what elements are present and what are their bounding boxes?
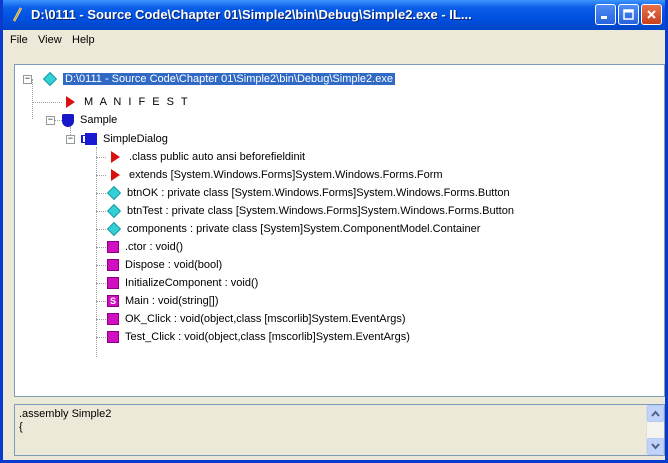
tree-connector — [32, 79, 33, 119]
maximize-icon — [623, 9, 634, 20]
cyan-diamond-icon — [106, 203, 122, 219]
cyan-diamond-icon — [42, 71, 58, 87]
tree-node-label: M A N I F E S T — [84, 96, 190, 108]
method-icon — [107, 331, 119, 343]
red-triangle-icon — [111, 169, 120, 181]
method-icon — [107, 313, 119, 325]
close-button[interactable] — [641, 4, 662, 25]
tree-node-label: Test_Click : void(object,class [mscorlib… — [125, 331, 410, 343]
minimize-icon — [601, 16, 607, 19]
chevron-up-icon — [651, 410, 660, 417]
tree-node-label: Sample — [80, 114, 118, 126]
disassembly-output-pane[interactable]: .assembly Simple2 { — [14, 404, 665, 456]
tree-node-label: .class public auto ansi beforefieldinit — [129, 151, 306, 163]
tree-connector — [96, 211, 106, 212]
class-icon — [81, 133, 97, 145]
assembly-tree-view[interactable]: − D:\0111 - Source Code\Chapter 01\Simpl… — [14, 64, 665, 397]
tree-connector — [96, 301, 106, 302]
tree-node-member[interactable]: OK_Click : void(object,class [mscorlib]S… — [107, 310, 406, 328]
tree-connector — [96, 175, 106, 176]
tree-node-label: btnTest : private class [System.Windows.… — [127, 205, 514, 217]
menu-help[interactable]: Help — [69, 34, 98, 46]
tree-connector — [96, 337, 106, 338]
tree-node-label: D:\0111 - Source Code\Chapter 01\Simple2… — [63, 73, 395, 85]
tree-connector — [96, 157, 106, 158]
root-collapse-toggle[interactable]: − — [23, 75, 32, 84]
tree-connector — [96, 147, 97, 357]
tree-node-manifest[interactable]: M A N I F E S T — [62, 93, 190, 111]
tree-node-label: extends [System.Windows.Forms]System.Win… — [129, 169, 443, 181]
tree-node-member[interactable]: Test_Click : void(object,class [mscorlib… — [107, 328, 410, 346]
ildasm-app-icon — [12, 7, 23, 22]
tree-node-member[interactable]: btnOK : private class [System.Windows.Fo… — [106, 184, 510, 202]
tree-node-member[interactable]: .class public auto ansi beforefieldinit — [107, 148, 305, 166]
tree-node-member[interactable]: InitializeComponent : void() — [107, 274, 258, 292]
tree-connector — [96, 265, 106, 266]
tree-connector — [96, 229, 106, 230]
tree-node-member[interactable]: Dispose : void(bool) — [107, 256, 222, 274]
tree-node-label: OK_Click : void(object,class [mscorlib]S… — [125, 313, 406, 325]
method-icon — [107, 259, 119, 271]
window-title: D:\0111 - Source Code\Chapter 01\Simple2… — [31, 7, 472, 22]
tree-node-class[interactable]: SimpleDialog — [81, 130, 168, 148]
tree-connector — [96, 247, 106, 248]
tree-node-label: Dispose : void(bool) — [125, 259, 223, 271]
tree-node-member[interactable]: components : private class [System]Syste… — [106, 220, 481, 238]
maximize-button[interactable] — [618, 4, 639, 25]
red-triangle-icon — [111, 151, 120, 163]
output-text: .assembly Simple2 { — [19, 408, 112, 433]
close-icon — [647, 10, 656, 19]
tree-node-namespace[interactable]: Sample — [62, 111, 117, 129]
tree-node-label: Main : void(string[]) — [125, 295, 219, 307]
vertical-scrollbar[interactable] — [646, 405, 664, 455]
minimize-button[interactable] — [595, 4, 616, 25]
scroll-down-button[interactable] — [647, 438, 664, 455]
menu-file[interactable]: File — [7, 34, 31, 46]
red-triangle-icon — [66, 96, 75, 108]
tree-node-member[interactable]: S Main : void(string[]) — [107, 292, 219, 310]
cyan-diamond-icon — [106, 221, 122, 237]
tree-node-root[interactable]: D:\0111 - Source Code\Chapter 01\Simple2… — [42, 70, 395, 88]
static-method-icon: S — [107, 295, 119, 307]
tree-node-label: InitializeComponent : void() — [125, 277, 259, 289]
tree-node-label: SimpleDialog — [103, 133, 168, 145]
tree-connector — [96, 319, 106, 320]
tree-node-member[interactable]: btnTest : private class [System.Windows.… — [106, 202, 514, 220]
method-icon — [107, 277, 119, 289]
scroll-up-button[interactable] — [647, 405, 664, 422]
tree-node-member[interactable]: extends [System.Windows.Forms]System.Win… — [107, 166, 443, 184]
tree-connector — [96, 283, 106, 284]
method-icon — [107, 241, 119, 253]
namespace-collapse-toggle[interactable]: − — [46, 116, 55, 125]
chevron-down-icon — [651, 443, 660, 450]
tree-connector — [32, 102, 62, 103]
cyan-diamond-icon — [106, 185, 122, 201]
tree-node-label: btnOK : private class [System.Windows.Fo… — [127, 187, 510, 199]
class-collapse-toggle[interactable]: − — [66, 135, 75, 144]
title-bar[interactable]: D:\0111 - Source Code\Chapter 01\Simple2… — [3, 0, 665, 30]
tree-node-label: components : private class [System]Syste… — [127, 223, 481, 235]
menu-view[interactable]: View — [35, 34, 65, 46]
tree-node-member[interactable]: .ctor : void() — [107, 238, 183, 256]
menu-bar: File View Help — [3, 30, 665, 52]
ildasm-window: D:\0111 - Source Code\Chapter 01\Simple2… — [0, 0, 668, 463]
namespace-shield-icon — [62, 113, 74, 127]
tree-node-label: .ctor : void() — [125, 241, 184, 253]
tree-connector — [96, 193, 106, 194]
